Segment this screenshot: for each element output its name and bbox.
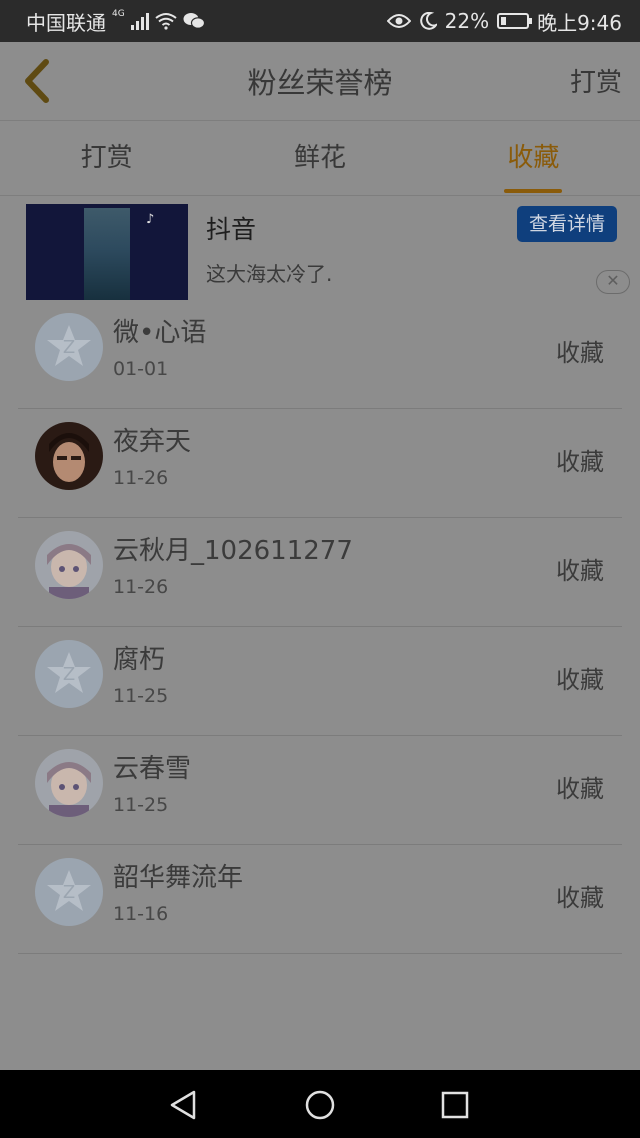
svg-text:Z: Z xyxy=(63,882,75,903)
avatar[interactable] xyxy=(35,531,103,599)
top-bar: 粉丝荣誉榜 打赏 xyxy=(0,42,640,121)
avatar[interactable] xyxy=(35,749,103,817)
fan-date: 11-25 xyxy=(113,685,169,707)
back-triangle-icon[interactable] xyxy=(166,1088,200,1122)
battery-icon xyxy=(497,13,533,29)
list-item[interactable]: Z 微•心语 01-01 收藏 xyxy=(18,300,622,409)
system-nav-bar xyxy=(0,1070,640,1138)
moon-icon xyxy=(419,12,437,30)
list-item[interactable]: 云春雪 11-25 收藏 xyxy=(18,736,622,845)
signal-icon xyxy=(130,12,149,30)
page-title: 粉丝荣誉榜 xyxy=(247,66,393,100)
tab-reward[interactable]: 打赏 xyxy=(0,121,213,195)
fan-action-label: 收藏 xyxy=(556,666,604,694)
back-button[interactable] xyxy=(18,56,58,106)
svg-text:Z: Z xyxy=(63,337,75,358)
ad-banner[interactable]: ♪ 抖音 这大海太冷了. 查看详情 ✕ xyxy=(0,196,640,300)
clock: 晚上9:46 xyxy=(537,10,622,35)
tab-bar: 打赏 鲜花 收藏 xyxy=(0,121,640,196)
fan-action-label: 收藏 xyxy=(556,775,604,803)
fan-name: 韶华舞流年 xyxy=(113,863,244,893)
ad-title: 抖音 xyxy=(206,215,257,244)
avatar[interactable]: Z xyxy=(35,313,103,381)
status-bar: 中国联通 4G 22% 晚上9:46 xyxy=(0,0,640,42)
list-item[interactable]: 夜弃天 11-26 收藏 xyxy=(18,409,622,518)
fan-action-label: 收藏 xyxy=(556,339,604,367)
fan-date: 11-26 xyxy=(113,576,169,598)
wifi-icon xyxy=(155,13,177,30)
tab-favorites[interactable]: 收藏 xyxy=(427,121,640,195)
fan-name: 腐朽 xyxy=(113,645,166,675)
fan-date: 11-25 xyxy=(113,794,169,816)
fan-name: 夜弃天 xyxy=(113,427,192,457)
wechat-icon xyxy=(183,13,205,29)
recents-square-icon[interactable] xyxy=(438,1088,472,1122)
tab-flowers[interactable]: 鲜花 xyxy=(213,121,426,195)
fan-name: 云秋月_102611277 xyxy=(113,536,353,566)
avatar[interactable]: Z xyxy=(35,640,103,708)
view-details-button[interactable]: 查看详情 xyxy=(517,206,617,242)
fan-name: 微•心语 xyxy=(113,318,207,348)
reward-button[interactable]: 打赏 xyxy=(570,62,622,99)
fan-date: 11-26 xyxy=(113,467,169,489)
fan-action-label: 收藏 xyxy=(556,884,604,912)
list-item[interactable]: Z 韶华舞流年 11-16 收藏 xyxy=(18,845,622,954)
ad-close-icon[interactable]: ✕ xyxy=(596,270,630,294)
network-type: 4G xyxy=(112,9,125,19)
avatar[interactable] xyxy=(35,422,103,490)
avatar[interactable]: Z xyxy=(35,858,103,926)
svg-text:Z: Z xyxy=(63,664,75,685)
battery-percent: 22% xyxy=(444,9,490,33)
ad-thumbnail: ♪ xyxy=(26,204,188,300)
fan-list: Z 微•心语 01-01 收藏 夜弃天 11-26 收藏 云秋月_102611277 11-26… xyxy=(0,300,640,954)
eye-icon xyxy=(386,14,411,28)
app-screen: 粉丝荣誉榜 打赏 打赏 鲜花 收藏 ♪ 抖音 这大海太冷了. 查看详情 ✕ Z 微… xyxy=(0,42,640,1070)
fan-name: 云春雪 xyxy=(113,754,192,784)
sea-image xyxy=(84,208,130,300)
list-item[interactable]: Z 腐朽 11-25 收藏 xyxy=(18,627,622,736)
ad-description: 这大海太冷了. xyxy=(206,262,333,286)
chevron-left-icon xyxy=(25,59,49,103)
fan-date: 01-01 xyxy=(113,358,169,380)
list-item[interactable]: 云秋月_102611277 11-26 收藏 xyxy=(18,518,622,627)
fan-action-label: 收藏 xyxy=(556,448,604,476)
fan-date: 11-16 xyxy=(113,903,169,925)
carrier-label: 中国联通 xyxy=(26,10,106,35)
home-circle-icon[interactable] xyxy=(303,1088,337,1122)
fan-action-label: 收藏 xyxy=(556,557,604,585)
tiktok-logo-icon: ♪ xyxy=(146,212,155,227)
